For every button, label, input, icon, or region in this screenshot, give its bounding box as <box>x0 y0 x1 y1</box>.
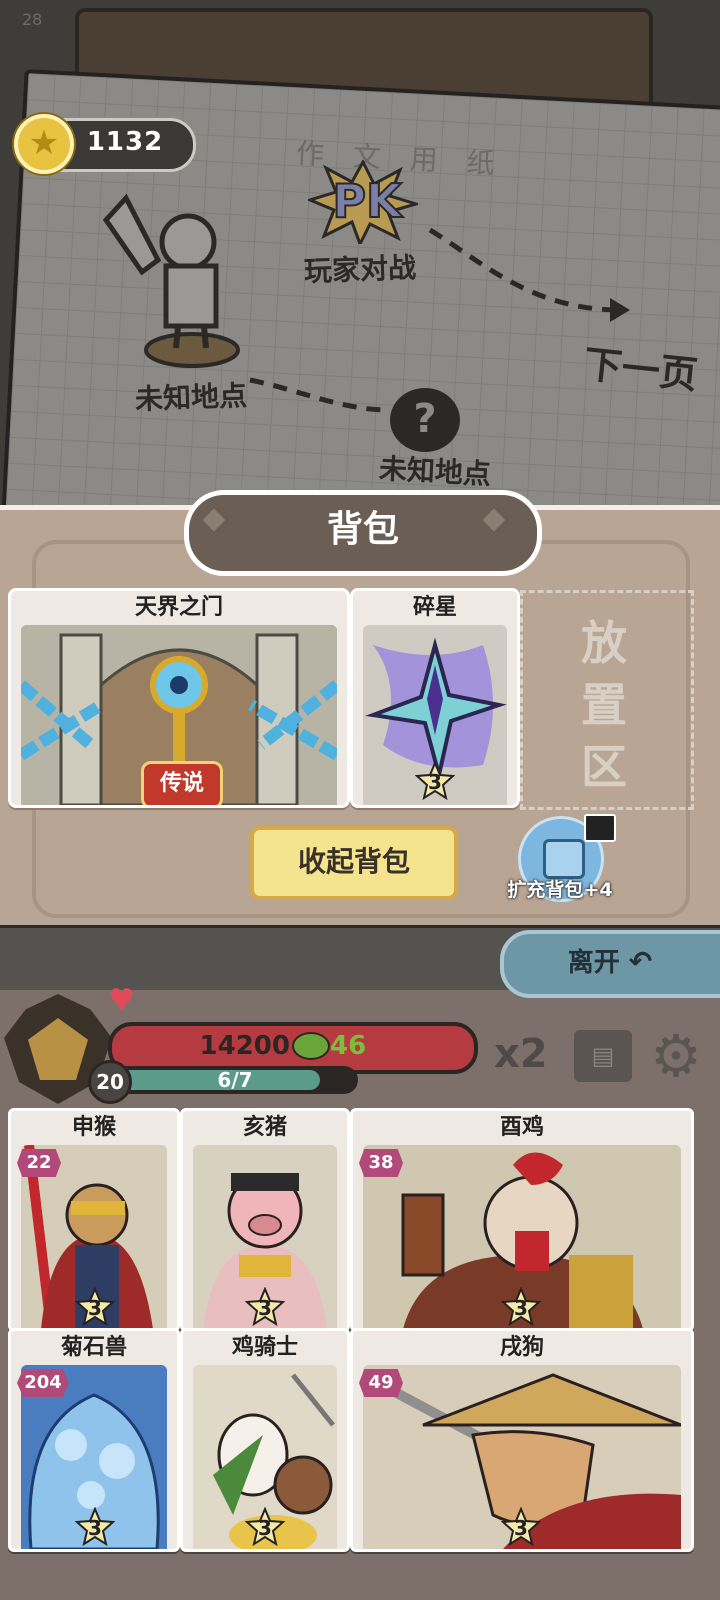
item-card-heaven-gate[interactable]: 天界之门 传说 <box>8 588 350 808</box>
coin-star-icon: ★ <box>28 123 60 163</box>
speed-toggle[interactable]: x2 <box>494 1024 558 1084</box>
star-count: 3 <box>258 1296 272 1320</box>
leave-text: 离开 <box>567 948 620 978</box>
star-count: 3 <box>88 1296 102 1320</box>
player-level: 20 <box>88 1060 132 1104</box>
unknown-node-2-label: 未知地点 <box>378 452 492 491</box>
star-rank-badge: 3 <box>75 1287 115 1327</box>
expand-backpack-label: 扩充背包+4 <box>507 879 613 901</box>
unit-card-dog[interactable]: 戌狗 49 3 <box>350 1328 694 1552</box>
shield-leaf-icon <box>292 1032 330 1060</box>
unit-level-badge: 204 <box>17 1369 69 1397</box>
codex-book-icon[interactable]: ▤ <box>574 1030 632 1082</box>
star-count: 3 <box>258 1516 272 1540</box>
unit-level-badge: 38 <box>359 1149 403 1177</box>
unit-level-badge: 22 <box>17 1149 61 1177</box>
undo-arrow-icon: ↶ <box>628 945 653 978</box>
unit-name: 申猴 <box>71 1115 116 1140</box>
leave-label: 离开 ↶ <box>520 940 700 984</box>
xp-value: 6/7 <box>217 1068 253 1092</box>
item-name: 碎星 <box>412 595 457 620</box>
collapse-backpack-label: 收起背包 <box>297 845 410 878</box>
star-count: 3 <box>514 1516 528 1540</box>
unit-name: 菊石兽 <box>60 1335 127 1360</box>
star-rank-badge: 3 <box>245 1507 285 1547</box>
star-count: 3 <box>514 1296 528 1320</box>
star-rank-badge: 3 <box>501 1507 541 1547</box>
star-count: 3 <box>88 1516 102 1540</box>
backpack-title: 背包 <box>326 509 399 550</box>
unit-name: 亥猪 <box>242 1115 287 1140</box>
unit-card-rooster[interactable]: 酉鸡 38 3 <box>350 1108 694 1332</box>
item-name: 天界之门 <box>134 595 223 620</box>
hp-value: 14200 <box>199 1031 290 1061</box>
unit-card-monkey[interactable]: 申猴 22 3 <box>8 1108 180 1332</box>
drop-zone-label: 放置区 <box>581 616 627 794</box>
heart-icon: ♥ <box>108 983 135 1018</box>
star-rank-badge: 3 <box>415 761 455 801</box>
unit-card-pig[interactable]: 亥猪 3 <box>180 1108 350 1332</box>
unit-name: 戌狗 <box>499 1335 544 1360</box>
star-rank-badge: 3 <box>75 1507 115 1547</box>
unit-name: 酉鸡 <box>499 1115 544 1140</box>
fps-counter: 28 <box>22 10 43 29</box>
unit-name: 鸡骑士 <box>231 1335 298 1360</box>
unit-card-ammonite[interactable]: 菊石兽 204 3 <box>8 1328 180 1552</box>
map-path-lines <box>249 227 630 413</box>
unit-card-chicken-knight[interactable]: 鸡骑士 3 <box>180 1328 350 1552</box>
item-card-shattered-star[interactable]: 碎星 3 <box>350 588 520 808</box>
star-rank-badge: 3 <box>501 1287 541 1327</box>
bag-icon <box>543 839 585 879</box>
star-count: 3 <box>428 770 442 794</box>
coin-value: 1132 <box>86 127 164 157</box>
settings-gear-icon[interactable]: ⚙ <box>644 1024 708 1088</box>
video-ad-icon <box>584 814 616 842</box>
unit-level-badge: 49 <box>359 1369 403 1397</box>
legend-badge-label: 传说 <box>159 771 204 796</box>
star-rank-badge: 3 <box>245 1287 285 1327</box>
shield-value: 46 <box>330 1031 367 1061</box>
